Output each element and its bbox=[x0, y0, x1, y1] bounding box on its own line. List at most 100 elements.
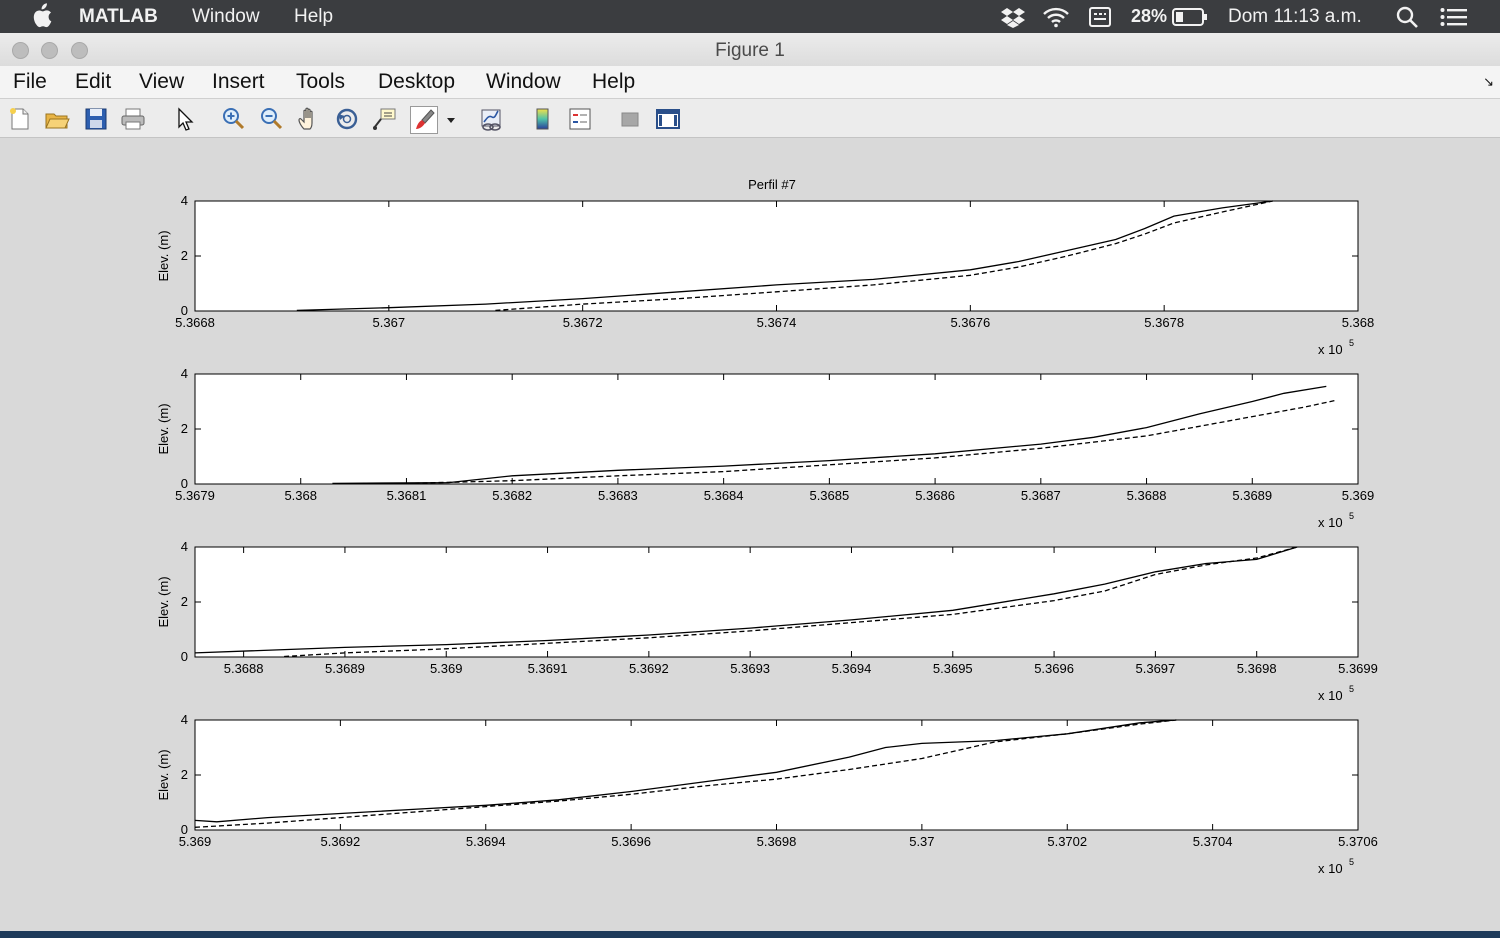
x-exponent-power: 5 bbox=[1349, 338, 1354, 348]
x-tick-label: 5.3688 bbox=[1127, 488, 1167, 503]
x-tick-label: 5.3686 bbox=[915, 488, 955, 503]
y-axis-label: Elev. (m) bbox=[156, 403, 171, 454]
x-tick-label: 5.3696 bbox=[611, 834, 651, 849]
colorbar-icon[interactable] bbox=[530, 106, 556, 132]
subplot-1: 5.3668 5.367 5.3672 5.3674 5.3676 5.3678 5.368… bbox=[156, 193, 1374, 357]
x-tick-label: 5.3694 bbox=[466, 834, 506, 849]
link-plot-icon[interactable] bbox=[478, 106, 504, 132]
x-tick-label: 5.3702 bbox=[1047, 834, 1087, 849]
dropbox-icon[interactable] bbox=[1000, 6, 1026, 28]
y-tick-label: 0 bbox=[181, 303, 188, 318]
x-tick-label: 5.3688 bbox=[224, 661, 264, 676]
new-figure-icon[interactable] bbox=[7, 106, 33, 132]
y-tick-label: 4 bbox=[181, 366, 188, 381]
show-plot-tools-icon[interactable] bbox=[655, 106, 681, 132]
figure-menubar: File Edit View Insert Tools Desktop Wind… bbox=[0, 66, 1500, 99]
battery-percent: 28% bbox=[1131, 6, 1168, 26]
battery-icon[interactable] bbox=[1172, 8, 1208, 26]
y-tick-label: 2 bbox=[181, 421, 188, 436]
y-tick-label: 4 bbox=[181, 712, 188, 727]
x-tick-label: 5.3676 bbox=[950, 315, 990, 330]
y-tick-label: 0 bbox=[181, 649, 188, 664]
x-exponent-power: 5 bbox=[1349, 857, 1354, 867]
dock-figure-icon[interactable]: ↘ bbox=[1483, 74, 1494, 90]
x-tick-label: 5.3704 bbox=[1193, 834, 1233, 849]
x-tick-label: 5.368 bbox=[1342, 315, 1375, 330]
x-tick-label: 5.3698 bbox=[757, 834, 797, 849]
dropdown-caret-icon[interactable] bbox=[444, 106, 458, 132]
x-tick-label: 5.367 bbox=[373, 315, 406, 330]
x-tick-label: 5.3682 bbox=[492, 488, 532, 503]
y-tick-label: 0 bbox=[181, 476, 188, 491]
x-tick-label: 5.3698 bbox=[1237, 661, 1277, 676]
open-file-icon[interactable] bbox=[44, 106, 70, 132]
y-tick-label: 2 bbox=[181, 248, 188, 263]
x-tick-label: 5.37 bbox=[909, 834, 934, 849]
x-tick-label: 5.3696 bbox=[1034, 661, 1074, 676]
figure-toolbar bbox=[0, 99, 1500, 138]
menu-insert[interactable]: Insert bbox=[212, 70, 265, 94]
y-axis-label: Elev. (m) bbox=[156, 576, 171, 627]
x-exponent-power: 5 bbox=[1349, 684, 1354, 694]
brush-icon[interactable] bbox=[410, 106, 438, 134]
keyboard-viewer-icon[interactable] bbox=[1088, 6, 1112, 28]
x-tick-label: 5.368 bbox=[284, 488, 317, 503]
data-cursor-icon[interactable] bbox=[372, 106, 398, 132]
system-menu-help[interactable]: Help bbox=[294, 6, 333, 28]
menu-view[interactable]: View bbox=[139, 70, 184, 94]
menu-edit[interactable]: Edit bbox=[75, 70, 111, 94]
x-tick-label: 5.3693 bbox=[730, 661, 770, 676]
rotate-3d-icon[interactable] bbox=[334, 106, 360, 132]
x-tick-label: 5.3683 bbox=[598, 488, 638, 503]
y-tick-label: 0 bbox=[181, 822, 188, 837]
x-exponent-label: x 10 bbox=[1318, 515, 1343, 530]
subplot-4: 5.369 5.3692 5.3694 5.3696 5.3698 5.37 5.3702 5… bbox=[156, 712, 1378, 876]
y-axis-label: Elev. (m) bbox=[156, 230, 171, 281]
window-title: Figure 1 bbox=[715, 40, 785, 61]
x-tick-label: 5.3681 bbox=[387, 488, 427, 503]
x-tick-label: 5.3692 bbox=[320, 834, 360, 849]
menu-desktop[interactable]: Desktop bbox=[378, 70, 455, 94]
app-name-menu[interactable]: MATLAB bbox=[79, 6, 158, 28]
system-menu-window[interactable]: Window bbox=[192, 6, 260, 28]
wifi-icon[interactable] bbox=[1042, 6, 1070, 28]
menu-file[interactable]: File bbox=[13, 70, 47, 94]
x-tick-label: 5.369 bbox=[1342, 488, 1375, 503]
zoom-in-icon[interactable] bbox=[220, 106, 246, 132]
select-arrow-icon[interactable] bbox=[172, 106, 198, 132]
figure-canvas[interactable]: Perfil #7 5.3668 5.367 5.3672 5.3674 5.3676 5… bbox=[0, 138, 1500, 931]
menu-window[interactable]: Window bbox=[486, 70, 561, 94]
figure-plots: Perfil #7 5.3668 5.367 5.3672 5.3674 5.3676 5… bbox=[156, 177, 1378, 876]
x-exponent-label: x 10 bbox=[1318, 861, 1343, 876]
x-tick-label: 5.3695 bbox=[933, 661, 973, 676]
x-tick-label: 5.3678 bbox=[1144, 315, 1184, 330]
clock[interactable]: Dom 11:13 a.m. bbox=[1228, 6, 1362, 28]
x-tick-label: 5.3706 bbox=[1338, 834, 1378, 849]
axes-box bbox=[194, 200, 1359, 312]
notification-center-icon[interactable] bbox=[1440, 7, 1468, 27]
save-icon[interactable] bbox=[83, 106, 109, 132]
menu-help[interactable]: Help bbox=[592, 70, 635, 94]
x-tick-label: 5.3699 bbox=[1338, 661, 1378, 676]
x-tick-label: 5.3689 bbox=[325, 661, 365, 676]
zoom-out-icon[interactable] bbox=[258, 106, 284, 132]
subplot-3: 5.3688 5.3689 5.369 5.3691 5.3692 5.3693 5.369… bbox=[156, 539, 1378, 703]
pan-hand-icon[interactable] bbox=[296, 106, 322, 132]
x-tick-label: 5.3697 bbox=[1136, 661, 1176, 676]
y-axis-label: Elev. (m) bbox=[156, 749, 171, 800]
apple-logo-icon[interactable] bbox=[30, 3, 52, 29]
x-tick-label: 5.369 bbox=[430, 661, 463, 676]
x-tick-label: 5.3694 bbox=[832, 661, 872, 676]
print-icon[interactable] bbox=[120, 106, 146, 132]
hide-plot-tools-icon[interactable] bbox=[617, 106, 643, 132]
y-tick-label: 2 bbox=[181, 594, 188, 609]
system-menubar: MATLAB Window Help 28% Dom 11:13 a.m. bbox=[0, 0, 1500, 33]
spotlight-search-icon[interactable] bbox=[1395, 5, 1419, 29]
legend-icon[interactable] bbox=[567, 106, 593, 132]
x-tick-label: 5.3672 bbox=[563, 315, 603, 330]
y-tick-label: 4 bbox=[181, 539, 188, 554]
menu-tools[interactable]: Tools bbox=[296, 70, 345, 94]
axes-box bbox=[194, 546, 1359, 658]
x-tick-label: 5.3687 bbox=[1021, 488, 1061, 503]
y-tick-label: 4 bbox=[181, 193, 188, 208]
